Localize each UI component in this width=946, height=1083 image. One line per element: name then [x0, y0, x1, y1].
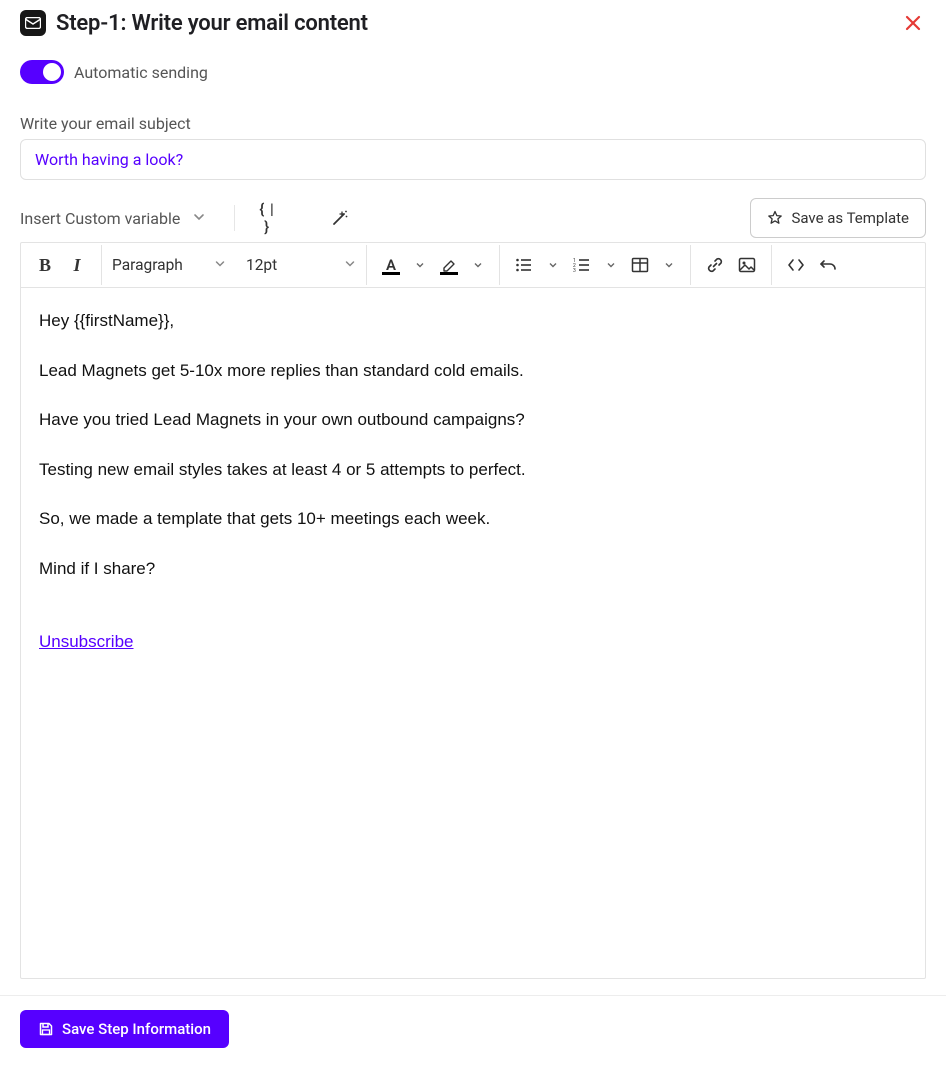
numbered-list-icon: 1 2 3: [573, 257, 591, 273]
body-paragraph: Lead Magnets get 5-10x more replies than…: [39, 358, 907, 384]
source-code-button[interactable]: [780, 249, 812, 281]
subject-field-label: Write your email subject: [20, 114, 926, 133]
bold-button[interactable]: B: [29, 249, 61, 281]
undo-button[interactable]: [812, 249, 844, 281]
chevron-down-icon: [415, 260, 425, 270]
editor-body[interactable]: Hey {{firstName}}, Lead Magnets get 5-10…: [21, 288, 925, 978]
insert-custom-variable-label: Insert Custom variable: [20, 209, 180, 228]
rich-text-editor: B I Paragraph 12pt: [20, 242, 926, 979]
modal-header: Step-1: Write your email content: [20, 10, 926, 36]
star-icon: [767, 210, 783, 226]
save-icon: [38, 1021, 54, 1037]
body-paragraph: Testing new email styles takes at least …: [39, 457, 907, 483]
font-size-value: 12pt: [246, 256, 277, 274]
block-format-value: Paragraph: [112, 256, 183, 274]
link-button[interactable]: [699, 249, 731, 281]
body-paragraph: Hey {{firstName}},: [39, 308, 907, 334]
toggle-knob: [43, 63, 61, 81]
body-paragraph: Have you tried Lead Magnets in your own …: [39, 407, 907, 433]
block-format-dropdown[interactable]: Paragraph: [102, 249, 236, 281]
text-color-dropdown[interactable]: [407, 249, 433, 281]
link-icon: [706, 256, 724, 274]
italic-button[interactable]: I: [61, 249, 93, 281]
chevron-down-icon: [344, 256, 356, 274]
italic-icon: I: [73, 255, 80, 276]
modal-footer: Save Step Information: [0, 995, 946, 1062]
save-step-label: Save Step Information: [62, 1020, 211, 1038]
highlight-color-button[interactable]: [433, 249, 465, 281]
chevron-down-icon: [664, 260, 674, 270]
unsubscribe-link[interactable]: Unsubscribe: [39, 632, 134, 651]
numbered-list-button[interactable]: 1 2 3: [566, 249, 598, 281]
image-button[interactable]: [731, 249, 763, 281]
code-icon: [787, 258, 805, 272]
bullet-list-icon: [515, 257, 533, 273]
bullet-list-button[interactable]: [508, 249, 540, 281]
editor-toolbar: B I Paragraph 12pt: [21, 243, 925, 288]
insert-variable-braces-button[interactable]: { | }: [259, 205, 285, 231]
highlighter-icon: [441, 258, 457, 272]
numbered-list-dropdown[interactable]: [598, 249, 624, 281]
automatic-sending-label: Automatic sending: [74, 63, 208, 82]
chevron-down-icon: [214, 256, 226, 274]
body-paragraph: So, we made a template that gets 10+ mee…: [39, 506, 907, 532]
insert-custom-variable-dropdown[interactable]: Insert Custom variable: [20, 203, 210, 234]
svg-text:3: 3: [573, 268, 576, 273]
image-icon: [738, 257, 756, 273]
highlight-color-dropdown[interactable]: [465, 249, 491, 281]
ai-magic-button[interactable]: [327, 205, 353, 231]
body-paragraph: Mind if I share?: [39, 556, 907, 582]
close-icon: [904, 14, 922, 32]
table-dropdown[interactable]: [656, 249, 682, 281]
chevron-down-icon: [606, 260, 616, 270]
chevron-down-icon: [548, 260, 558, 270]
highlight-color-swatch: [440, 272, 458, 275]
chevron-down-icon: [473, 260, 483, 270]
page-title: Step-1: Write your email content: [56, 11, 368, 36]
text-color-swatch: [382, 272, 400, 275]
magic-wand-icon: [330, 208, 350, 228]
table-icon: [631, 257, 649, 273]
table-button[interactable]: [624, 249, 656, 281]
save-as-template-button[interactable]: Save as Template: [750, 198, 926, 238]
chevron-down-icon: [192, 209, 206, 228]
subject-input[interactable]: [20, 139, 926, 180]
font-size-dropdown[interactable]: 12pt: [236, 249, 366, 281]
save-step-button[interactable]: Save Step Information: [20, 1010, 229, 1048]
undo-icon: [819, 258, 837, 272]
save-as-template-label: Save as Template: [791, 209, 909, 227]
text-color-button[interactable]: A: [375, 249, 407, 281]
close-button[interactable]: [900, 10, 926, 36]
divider: [234, 205, 235, 231]
bullet-list-dropdown[interactable]: [540, 249, 566, 281]
braces-icon: { | }: [259, 200, 285, 236]
automatic-sending-toggle[interactable]: [20, 60, 64, 84]
bold-icon: B: [39, 255, 51, 276]
mail-icon: [20, 10, 46, 36]
